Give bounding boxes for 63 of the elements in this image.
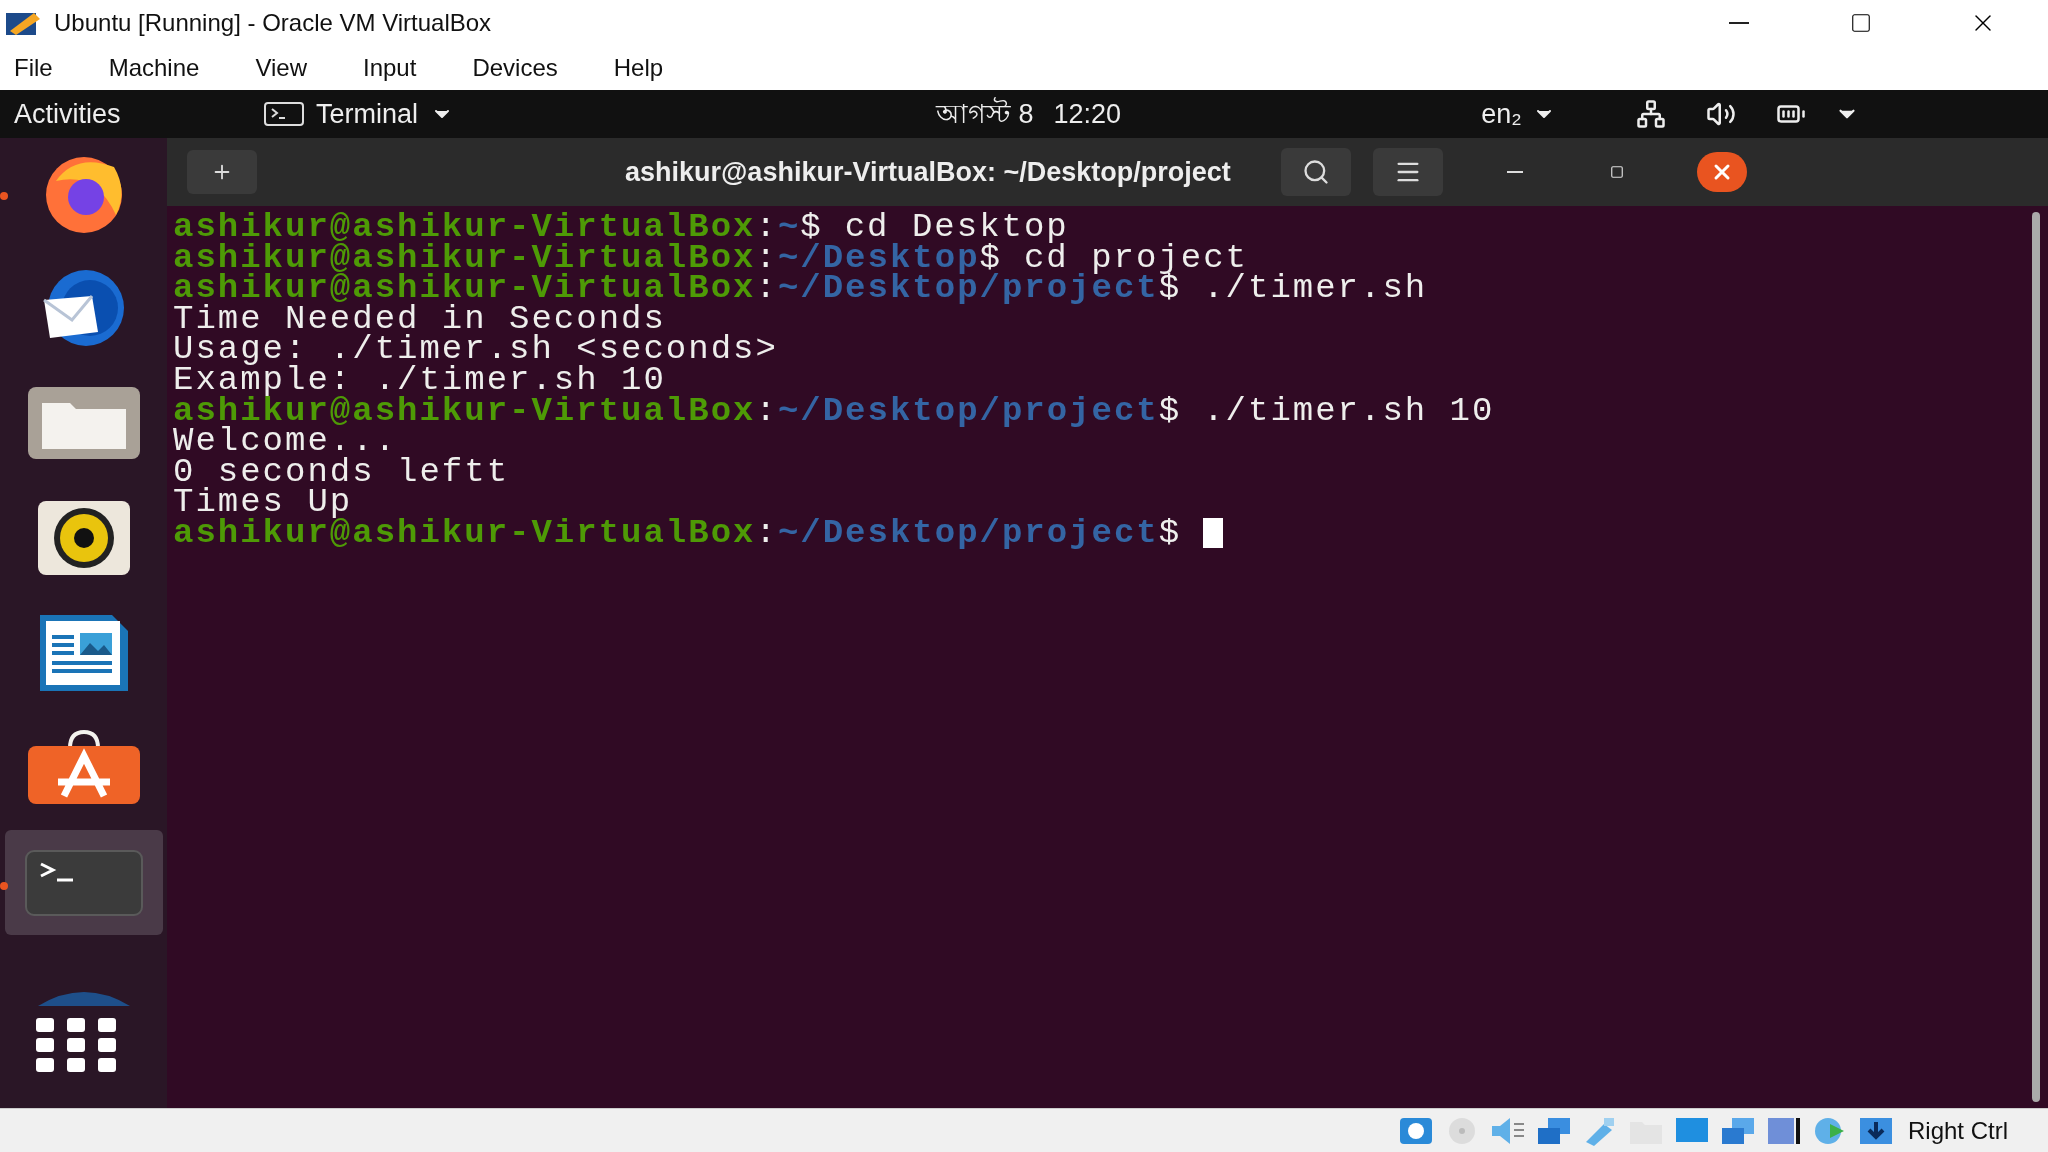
prompt-user: ashikur@ashikur-VirtualBox [173,242,756,274]
prompt-path: ~/Desktop/project [777,395,1159,427]
command-text: ./timer.sh [1203,273,1428,304]
menu-item[interactable]: Help [613,50,664,86]
output-line: 0 seconds leftt [173,456,510,488]
prompt-user: ashikur@ashikur-VirtualBox [173,273,756,304]
host-key-label: Right Ctrl [1907,1115,2008,1146]
prompt-separator: : [755,242,778,274]
command-text: cd Desktop [844,212,1069,243]
apps-grid-icon[interactable] [36,1018,118,1074]
menu-item[interactable]: Machine [108,50,200,86]
menu-item[interactable]: Input [363,50,417,86]
network-icon[interactable] [1635,99,1666,129]
close-button[interactable] [1696,152,1747,192]
activities-button[interactable]: Activities [14,93,264,135]
prompt-separator: : [755,212,778,243]
terminal-icon [24,849,143,916]
time-text: 12:20 [1053,97,1122,131]
window-title: Ubuntu [Running] - Oracle VM VirtualBox [54,8,492,38]
download-icon[interactable] [1857,1115,1894,1146]
output-line: Time Needed in Seconds [173,303,666,335]
folder-icon [25,384,142,461]
prompt-symbol: $ [1158,273,1182,304]
shopping-bag-icon [25,729,142,806]
prompt-separator: : [755,273,778,304]
prompt-separator: : [755,517,778,549]
minimize-icon [1506,171,1523,173]
output-line: Times Up [173,487,353,518]
app-menu[interactable]: Terminal [264,93,455,135]
menu-button[interactable] [1372,148,1443,196]
prompt-symbol: $ [800,212,823,243]
output-line: Example: ./timer.sh 10 [173,364,666,396]
menu-item[interactable]: View [255,50,307,86]
terminal-icon [264,102,304,126]
input-source-menu[interactable]: en₂ [1481,93,1556,135]
prompt-path: ~/Desktop/project [777,273,1159,304]
prompt-user: ashikur@ashikur-VirtualBox [173,212,756,243]
prompt-path: ~/Desktop/project [777,517,1159,549]
menu-item[interactable]: Devices [472,50,558,86]
prompt-symbol: $ [1158,395,1182,427]
prompt-symbol: $ [1158,517,1182,549]
output-line: Welcome... [173,426,398,457]
prompt-user: ashikur@ashikur-VirtualBox [173,517,756,549]
speaker-icon [36,499,131,576]
clock[interactable]: আগস্ট 8 12:20 [936,93,1122,135]
prompt-separator: : [755,395,778,427]
prompt-path: ~ [777,212,801,243]
date-text: আগস্ট 8 [936,96,1034,131]
windows-icon[interactable] [1719,1115,1756,1146]
command-text: ./timer.sh 10 [1203,395,1495,427]
terminal-title: ashikur@ashikur-VirtualBox: ~/Desktop/project [625,155,1231,189]
prompt-symbol: $ [979,242,1002,274]
menu-item[interactable]: File [14,50,53,86]
speaker-icon[interactable] [1489,1115,1526,1146]
command-text: cd project [1023,242,1248,274]
maximize-icon [1609,165,1624,179]
minimize-icon [1729,22,1749,24]
search-icon [1301,158,1330,186]
prompt-user: ashikur@ashikur-VirtualBox [173,395,756,427]
output-line: Usage: ./timer.sh <seconds> [173,334,778,365]
search-button[interactable] [1280,148,1351,196]
maximize-icon [1850,12,1872,34]
prompt-path: ~/Desktop [777,242,980,274]
